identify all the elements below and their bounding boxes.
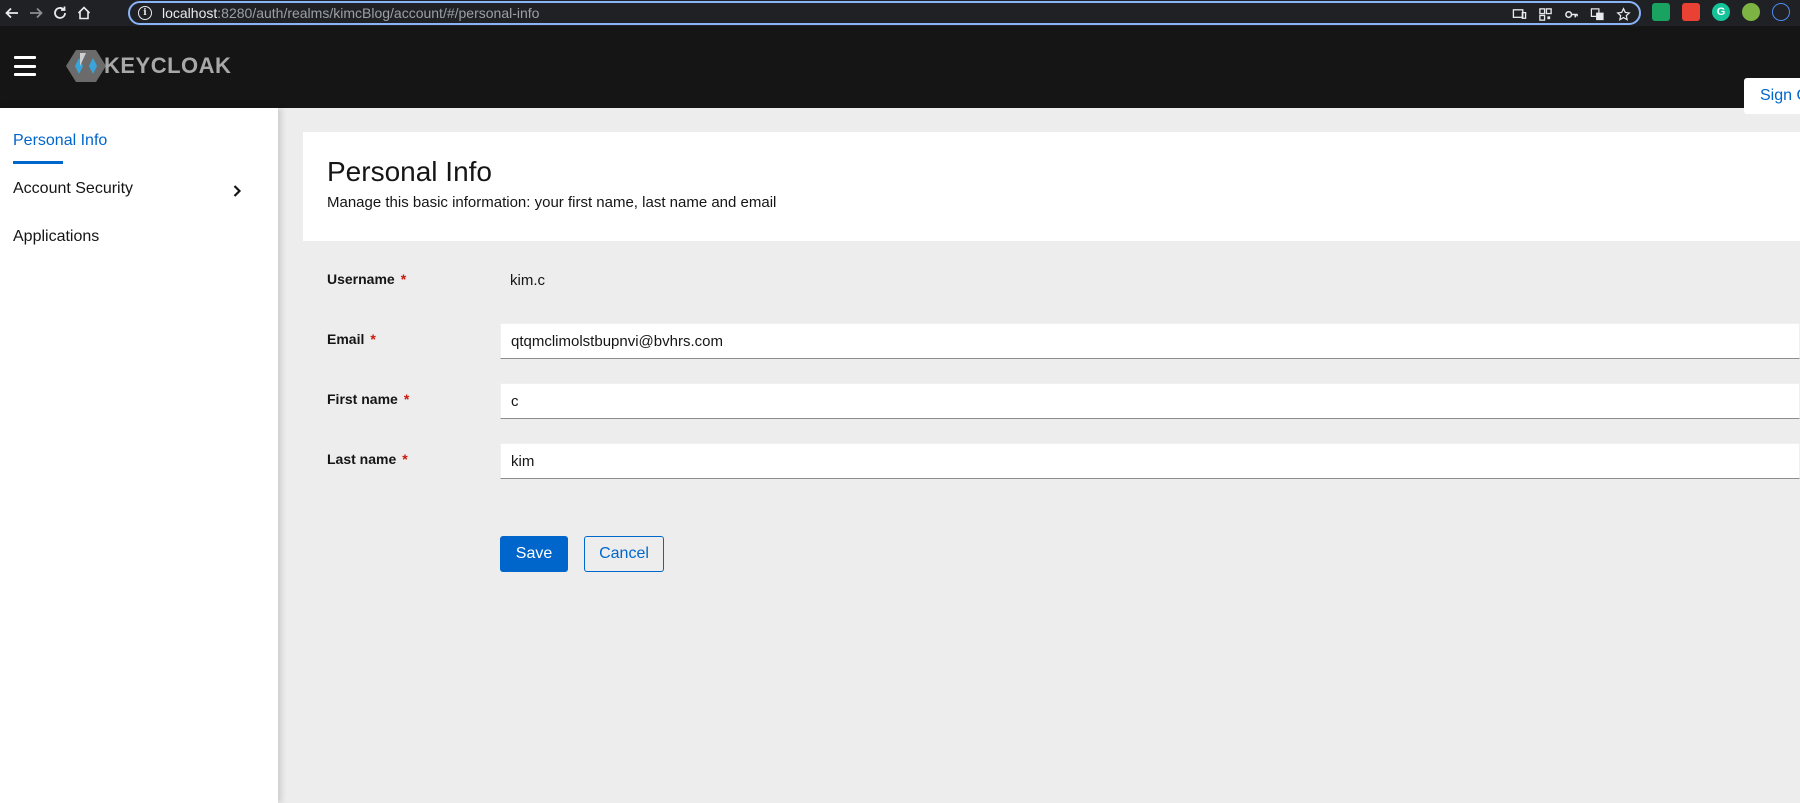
required-marker: *	[370, 331, 376, 347]
qr-code-icon[interactable]	[1537, 6, 1553, 22]
sidebar-item-personal-info[interactable]: Personal Info	[13, 132, 107, 150]
page-subtitle: Manage this basic information: your firs…	[327, 194, 777, 211]
extension-icon[interactable]	[1652, 3, 1670, 21]
key-icon[interactable]	[1563, 6, 1579, 22]
address-bar[interactable]: i localhost:8280/auth/realms/kimcBlog/ac…	[128, 1, 1641, 25]
email-field[interactable]	[500, 323, 1800, 359]
hamburger-menu-icon[interactable]	[14, 56, 36, 76]
chevron-right-icon[interactable]	[232, 184, 242, 198]
extension-icon[interactable]	[1682, 3, 1700, 21]
save-button[interactable]: Save	[500, 536, 568, 572]
browser-toolbar: i localhost:8280/auth/realms/kimcBlog/ac…	[0, 0, 1800, 26]
logo-text: KEYCLOAK	[104, 53, 232, 78]
grammarly-extension-icon[interactable]: G	[1712, 3, 1730, 21]
sign-out-button[interactable]: Sign Out	[1744, 78, 1800, 114]
translate-icon[interactable]	[1589, 6, 1605, 22]
bookmark-star-icon[interactable]	[1615, 6, 1631, 22]
tree-extension-icon[interactable]	[1742, 3, 1760, 21]
keycloak-logo-icon	[66, 50, 106, 82]
username-value: kim.c	[510, 272, 545, 289]
required-marker: *	[400, 271, 407, 287]
last-name-label: Last name *	[327, 451, 408, 467]
cast-icon[interactable]	[1511, 6, 1527, 22]
sidebar-item-account-security[interactable]: Account Security	[13, 180, 133, 198]
page-header-card: Personal Info Manage this basic informat…	[303, 132, 1800, 241]
keycloak-logo: KEYCLOAK	[66, 48, 231, 84]
first-name-label: First name *	[327, 391, 410, 407]
sidebar: Personal Info Account Security Applicati…	[0, 108, 278, 803]
page-title: Personal Info	[327, 156, 492, 187]
sidebar-item-applications[interactable]: Applications	[13, 228, 99, 246]
react-extension-icon[interactable]	[1772, 3, 1790, 21]
last-name-field[interactable]	[500, 443, 1800, 479]
email-label: Email *	[327, 331, 376, 347]
username-label: Username *	[327, 271, 407, 287]
url-text: localhost:8280/auth/realms/kimcBlog/acco…	[162, 5, 540, 21]
first-name-field[interactable]	[500, 383, 1800, 419]
required-marker: *	[402, 451, 408, 467]
app-header: KEYCLOAK Sign Out	[0, 26, 1800, 114]
site-info-icon[interactable]: i	[138, 6, 152, 20]
extensions-row: G	[1652, 3, 1790, 21]
home-icon[interactable]	[72, 0, 96, 26]
required-marker: *	[403, 391, 410, 407]
active-indicator	[13, 161, 63, 164]
cancel-button[interactable]: Cancel	[584, 536, 664, 572]
reload-icon[interactable]	[48, 0, 72, 26]
forward-arrow-icon[interactable]	[24, 0, 48, 26]
back-arrow-icon[interactable]	[0, 0, 24, 26]
